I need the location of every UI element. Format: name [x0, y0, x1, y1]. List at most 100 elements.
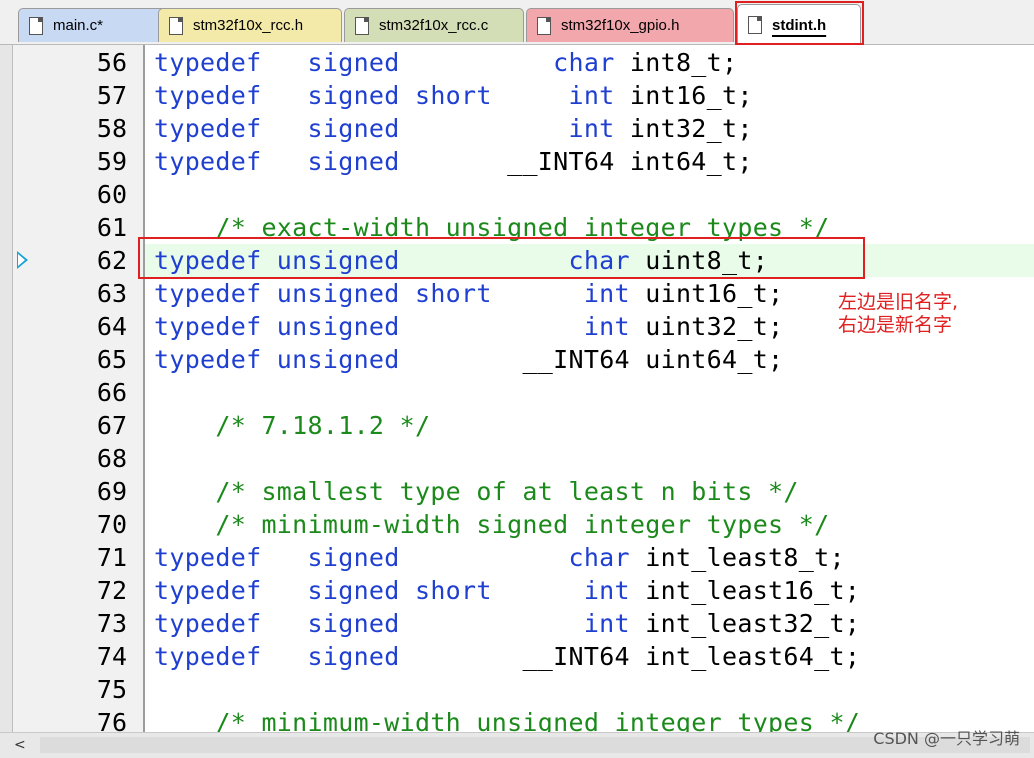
code-editor[interactable]: 56 typedef signed char int8_t; 57 typedef s…: [0, 45, 1034, 735]
line-number: 61: [96, 213, 127, 242]
line-number: 67: [96, 411, 127, 440]
identifier-token: int_least32_t;: [629, 609, 861, 638]
keyword-token: typedef signed short int: [154, 81, 615, 110]
code-line[interactable]: 56 typedef signed char int8_t;: [0, 46, 1034, 79]
watermark: CSDN @一只学习萌: [873, 729, 1020, 748]
code-line[interactable]: 70 /* minimum-width signed integer types…: [0, 508, 1034, 541]
line-number: 71: [96, 543, 127, 572]
identifier-token: int_least16_t;: [629, 576, 861, 605]
identifier-token: int8_t;: [614, 48, 738, 77]
code-line[interactable]: 59 typedef signed __INT64 int64_t;: [0, 145, 1034, 178]
keyword-token: typedef unsigned: [154, 345, 523, 374]
code-text: typedef unsigned short int uint16_t;: [154, 277, 783, 310]
comment-token: /* minimum-width signed integer types */: [154, 510, 830, 539]
line-number: 62: [96, 246, 127, 275]
line-number: 65: [96, 345, 127, 374]
tab-stm32f10x-gpio-h[interactable]: stm32f10x_gpio.h: [526, 8, 734, 42]
code-line[interactable]: 71 typedef signed char int_least8_t;: [0, 541, 1034, 574]
tab-stm32f10x-rcc-h[interactable]: stm32f10x_rcc.h: [158, 8, 342, 42]
keyword-token: typedef signed: [154, 642, 523, 671]
line-number: 72: [96, 576, 127, 605]
line-number: 64: [96, 312, 127, 341]
code-text: /* smallest type of at least n bits */: [154, 475, 799, 508]
tab-main-c[interactable]: main.c*: [18, 8, 168, 42]
current-line-arrow-icon: [17, 251, 28, 269]
tab-label: stm32f10x_gpio.h: [561, 17, 680, 34]
keyword-token: typedef unsigned int: [154, 312, 630, 341]
editor-tab-bar: main.c* stm32f10x_rcc.h stm32f10x_rcc.c stm…: [0, 0, 1034, 45]
code-line[interactable]: 57 typedef signed short int int16_t;: [0, 79, 1034, 112]
line-number: 57: [96, 81, 127, 110]
keyword-token: typedef signed char: [154, 543, 630, 572]
line-number: 63: [96, 279, 127, 308]
identifier-token: __INT64 uint64_t;: [522, 345, 784, 374]
line-number: 66: [96, 378, 127, 407]
line-number: 75: [96, 675, 127, 704]
keyword-token: typedef signed short int: [154, 576, 630, 605]
identifier-token: __INT64 int_least64_t;: [522, 642, 861, 671]
code-text: /* minimum-width signed integer types */: [154, 508, 829, 541]
code-text: typedef unsigned __INT64 uint64_t;: [154, 343, 783, 376]
keyword-token: typedef signed: [154, 147, 508, 176]
line-number: 76: [96, 708, 127, 735]
code-text: typedef signed short int int16_t;: [154, 79, 753, 112]
file-icon: [29, 16, 43, 35]
annotation-note: 左边是旧名字, 右边是新名字: [838, 291, 1028, 337]
comment-token: /* smallest type of at least n bits */: [154, 477, 799, 506]
keyword-token: typedef unsigned short int: [154, 279, 630, 308]
comment-token: /* minimum-width unsigned integer types …: [154, 708, 861, 735]
line-number: 74: [96, 642, 127, 671]
line-highlight-box: [138, 237, 865, 279]
line-number: 56: [96, 48, 127, 77]
identifier-token: int16_t;: [614, 81, 753, 110]
file-icon: [169, 16, 183, 35]
code-line[interactable]: 66: [0, 376, 1034, 409]
code-text: typedef signed char int_least8_t;: [154, 541, 845, 574]
tab-stm32f10x-rcc-c[interactable]: stm32f10x_rcc.c: [344, 8, 524, 42]
line-number: 58: [96, 114, 127, 143]
code-text: typedef signed short int int_least16_t;: [154, 574, 860, 607]
code-line[interactable]: 69 /* smallest type of at least n bits *…: [0, 475, 1034, 508]
code-line[interactable]: 73 typedef signed int int_least32_t;: [0, 607, 1034, 640]
line-number: 69: [96, 477, 127, 506]
code-text: typedef signed __INT64 int64_t;: [154, 145, 753, 178]
line-number: 60: [96, 180, 127, 209]
code-text: typedef unsigned int uint32_t;: [154, 310, 783, 343]
scroll-left-arrow-icon[interactable]: <: [14, 737, 26, 753]
code-line[interactable]: 75: [0, 673, 1034, 706]
line-number: 68: [96, 444, 127, 473]
identifier-token: uint16_t;: [629, 279, 784, 308]
keyword-token: typedef signed int: [154, 609, 630, 638]
identifier-token: uint32_t;: [629, 312, 784, 341]
keyword-token: char: [553, 48, 615, 77]
code-text: typedef signed char int8_t;: [154, 46, 737, 79]
line-number: 73: [96, 609, 127, 638]
code-line[interactable]: 65 typedef unsigned __INT64 uint64_t;: [0, 343, 1034, 376]
code-text: /* 7.18.1.2 */: [154, 409, 430, 442]
file-icon: [355, 16, 369, 35]
line-number: 70: [96, 510, 127, 539]
tab-label: stm32f10x_rcc.c: [379, 17, 489, 34]
keyword-token: typedef signed: [154, 48, 554, 77]
code-text: typedef signed int int_least32_t;: [154, 607, 860, 640]
code-text: typedef signed int int32_t;: [154, 112, 753, 145]
identifier-token: int_least8_t;: [629, 543, 845, 572]
annotation-line-1: 左边是旧名字,: [838, 291, 959, 313]
comment-token: /* 7.18.1.2 */: [154, 411, 431, 440]
tab-label: stm32f10x_rcc.h: [193, 17, 304, 34]
code-line[interactable]: 74 typedef signed __INT64 int_least64_t;: [0, 640, 1034, 673]
code-line[interactable]: 72 typedef signed short int int_least16_t…: [0, 574, 1034, 607]
identifier-token: int32_t;: [614, 114, 753, 143]
code-text: /* minimum-width unsigned integer types …: [154, 706, 860, 735]
identifier-token: __INT64 int64_t;: [507, 147, 753, 176]
code-text: typedef signed __INT64 int_least64_t;: [154, 640, 860, 673]
code-line[interactable]: 68: [0, 442, 1034, 475]
file-icon: [537, 16, 551, 35]
code-line[interactable]: 58 typedef signed int int32_t;: [0, 112, 1034, 145]
code-line[interactable]: 60: [0, 178, 1034, 211]
line-number: 59: [96, 147, 127, 176]
code-line[interactable]: 67 /* 7.18.1.2 */: [0, 409, 1034, 442]
tab-label: main.c*: [53, 17, 104, 34]
annotation-line-2: 右边是新名字: [838, 314, 953, 336]
keyword-token: typedef signed int: [154, 114, 615, 143]
